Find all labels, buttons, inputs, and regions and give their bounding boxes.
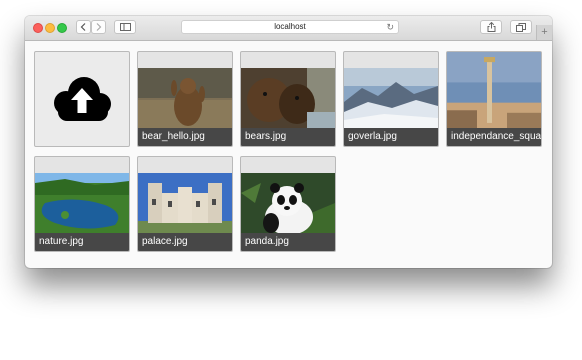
photo-filename: nature.jpg [35,233,129,251]
back-button[interactable] [76,20,91,34]
photo-grid: bear_hello.jpg bears.jpg goverla.jpg ind… [25,41,552,268]
photo-thumbnail [138,68,232,128]
tabs-icon [516,22,526,32]
photo-tile[interactable]: nature.jpg [34,156,130,252]
cloud-upload-icon [54,77,111,121]
photo-tile[interactable]: bear_hello.jpg [137,51,233,147]
photo-tile[interactable]: independance_square.jpg [446,51,542,147]
photo-thumbnail [138,173,232,233]
photo-thumbnail [447,52,541,128]
photo-tile[interactable]: bears.jpg [240,51,336,147]
browser-toolbar: localhost ↻ [25,16,552,41]
photo-thumbnail [241,68,335,128]
zoom-window-button[interactable] [57,23,67,33]
photo-thumbnail [344,68,438,128]
chevron-left-icon [80,23,86,31]
sidebar-icon [119,23,131,31]
address-bar[interactable]: localhost ↻ [181,20,399,34]
share-icon [487,22,495,32]
photo-tile[interactable]: panda.jpg [240,156,336,252]
photo-filename: goverla.jpg [344,128,438,146]
close-window-button[interactable] [33,23,43,33]
photo-filename: bear_hello.jpg [138,128,232,146]
minimize-window-button[interactable] [45,23,55,33]
new-tab-button[interactable]: + [536,25,552,40]
photo-filename: independance_square.jpg [447,128,541,146]
tabs-button[interactable] [510,20,532,34]
url-text: localhost [274,22,306,31]
forward-button[interactable] [91,20,106,34]
photo-tile[interactable]: palace.jpg [137,156,233,252]
reload-icon[interactable]: ↻ [386,21,394,33]
photo-thumbnail [241,173,335,233]
photo-filename: bears.jpg [241,128,335,146]
share-button[interactable] [480,20,502,34]
photo-filename: palace.jpg [138,233,232,251]
photo-thumbnail [35,173,129,233]
photo-filename: panda.jpg [241,233,335,251]
chevron-right-icon [96,23,102,31]
upload-tile[interactable] [34,51,130,147]
photo-tile[interactable]: goverla.jpg [343,51,439,147]
browser-window: localhost ↻ + bear_hello.jpg bears.jpg g… [25,16,552,268]
sidebar-button[interactable] [114,20,136,34]
